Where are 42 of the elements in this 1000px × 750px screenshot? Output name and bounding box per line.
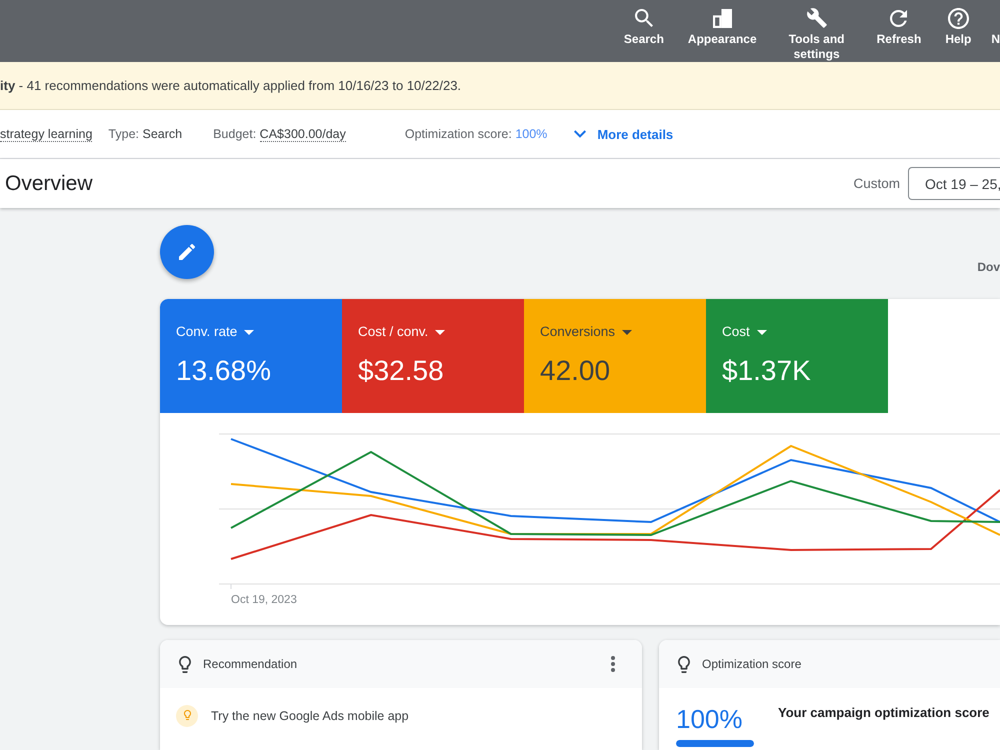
notice-text: ity - 41 recommendations were automatically applied from 10/16/23 to 10/22/23.: [0, 78, 462, 93]
help-button[interactable]: Help: [941, 6, 976, 47]
refresh-icon: [890, 10, 908, 26]
tools-button[interactable]: Tools and settings: [776, 6, 857, 62]
score-value: 100%: [676, 704, 744, 734]
status-text: strategy learning: [0, 126, 92, 142]
help-icon: [948, 8, 969, 28]
refresh-button[interactable]: Refresh: [872, 6, 926, 47]
more-options-icon[interactable]: [611, 656, 615, 672]
lightbulb-icon: [179, 656, 191, 672]
lightbulb-icon: [176, 705, 198, 727]
caret-icon: [244, 330, 254, 334]
download-button[interactable]: Dov: [977, 260, 1000, 274]
page-title: Overview: [5, 172, 93, 196]
metric-tile[interactable]: Conversions 42.00: [524, 299, 706, 413]
wrench-icon: [806, 8, 827, 28]
toolbar-button[interactable]: N: [991, 6, 1000, 47]
axis-date-label: Oct 19, 2023: [231, 594, 297, 606]
search-button[interactable]: Search: [620, 6, 668, 47]
caret-icon: [756, 330, 767, 334]
metric-tile[interactable]: Cost $1.37K: [706, 299, 888, 413]
more-details-button[interactable]: More details: [574, 126, 674, 142]
search-icon: [634, 9, 653, 27]
metric-tile[interactable]: Conv. rate 13.68%: [160, 299, 342, 413]
card-title: Recommendation: [203, 657, 298, 671]
metric-tile[interactable]: Cost / conv. $32.58: [342, 299, 524, 413]
recommendation-text: Try the new Google Ads mobile app: [211, 709, 409, 723]
date-preset-label: Custom: [853, 176, 900, 191]
caret-icon: [622, 330, 632, 334]
date-range-button[interactable]: Oct 19 – 25,: [908, 167, 1000, 200]
optimization-score-text: Optimization score: 100%: [404, 127, 548, 141]
pencil-icon: [179, 244, 195, 260]
budget-text: Budget: CA$300.00/day: [213, 127, 346, 141]
caret-icon: [435, 330, 446, 334]
appearance-button[interactable]: Appearance: [684, 6, 761, 47]
score-headline: Your campaign optimization score: [778, 704, 990, 722]
edit-button[interactable]: [160, 225, 214, 279]
chevron-down-icon: [574, 130, 586, 138]
card-title: Optimization score: [702, 657, 802, 671]
panels-icon: [712, 8, 732, 28]
lightbulb-icon: [678, 656, 690, 672]
campaign-type-text: Type: Search: [108, 127, 182, 141]
